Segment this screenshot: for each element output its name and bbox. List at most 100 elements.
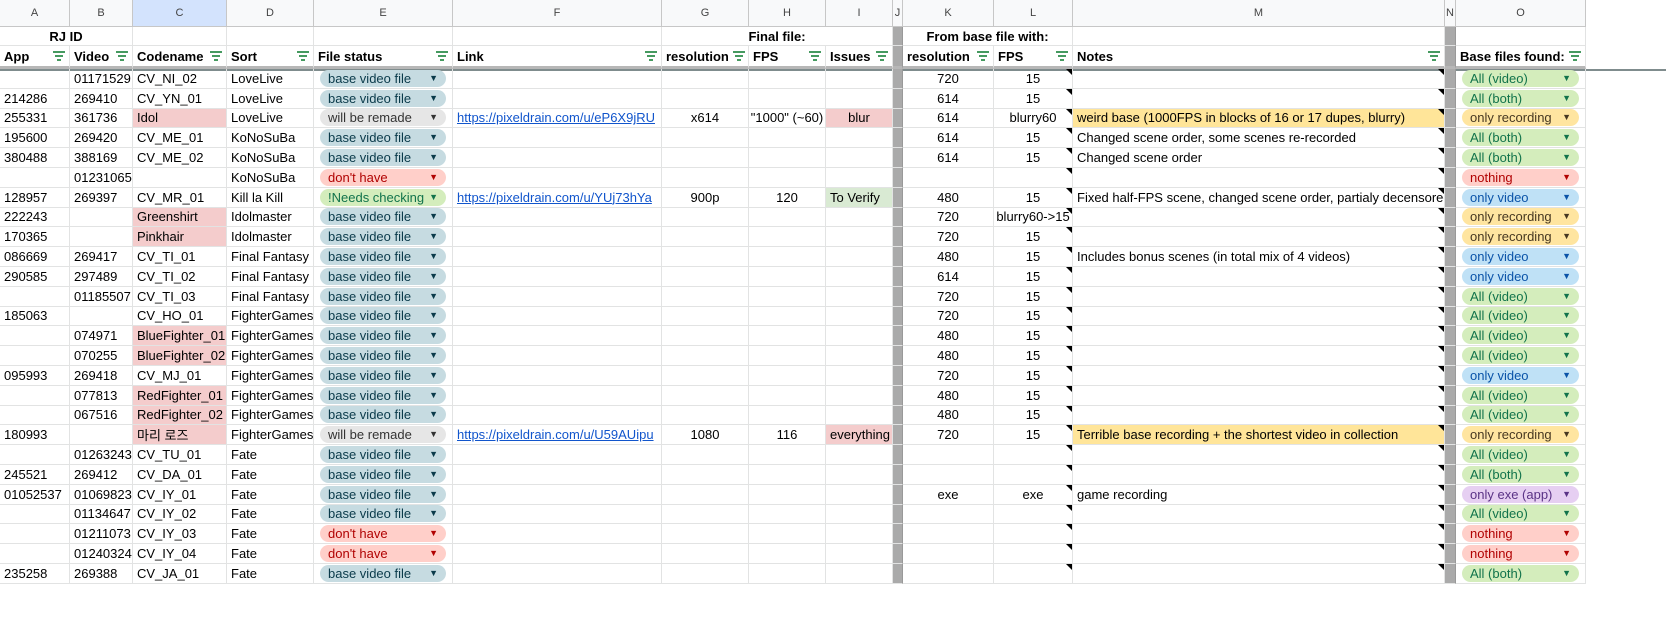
cell-fps[interactable]: [749, 544, 826, 564]
file-status-chip[interactable]: will be remade ▼: [320, 109, 446, 127]
cell-sort[interactable]: LoveLive: [227, 108, 314, 129]
cell-codename[interactable]: BlueFighter_01: [133, 326, 227, 347]
cell-bfps[interactable]: [994, 445, 1073, 465]
dropdown-arrow-icon[interactable]: ▼: [1562, 565, 1571, 582]
cell-found[interactable]: only recording ▼: [1456, 207, 1586, 228]
cell-app[interactable]: [0, 405, 70, 426]
cell-bres[interactable]: 614: [903, 128, 994, 149]
file-status-chip[interactable]: base video file ▼: [320, 267, 446, 285]
cell-bres[interactable]: 720: [903, 306, 994, 327]
base-files-chip[interactable]: only video ▼: [1462, 248, 1579, 266]
cell-notes[interactable]: Terrible base recording + the shortest v…: [1073, 425, 1445, 446]
cell-codename[interactable]: CV_IY_01: [133, 484, 227, 505]
base-files-chip[interactable]: only recording ▼: [1462, 208, 1579, 226]
cell-notes[interactable]: [1073, 306, 1445, 327]
cell-found[interactable]: nothing ▼: [1456, 524, 1586, 545]
cell-bres[interactable]: 614: [903, 88, 994, 109]
cell-notes[interactable]: [1073, 564, 1445, 584]
cell-app[interactable]: 255331: [0, 108, 70, 129]
cell-bres[interactable]: 480: [903, 247, 994, 267]
file-status-chip[interactable]: don't have ▼: [320, 168, 446, 186]
dropdown-arrow-icon[interactable]: ▼: [1562, 268, 1571, 285]
cell-video[interactable]: 01231065: [70, 168, 133, 188]
cell-found[interactable]: only recording ▼: [1456, 108, 1586, 129]
cell-sort[interactable]: Fate: [227, 564, 314, 584]
cell-app[interactable]: [0, 504, 70, 525]
dropdown-arrow-icon[interactable]: ▼: [429, 505, 438, 522]
dropdown-arrow-icon[interactable]: ▼: [1562, 129, 1571, 146]
cell-issues[interactable]: [826, 445, 893, 465]
header-base-found[interactable]: Base files found:: [1456, 46, 1586, 69]
cell-status[interactable]: base video file ▼: [314, 148, 453, 168]
cell-found[interactable]: All (video) ▼: [1456, 346, 1586, 366]
base-files-chip[interactable]: All (video) ▼: [1462, 386, 1579, 404]
cell-bres[interactable]: 614: [903, 267, 994, 287]
cell-status[interactable]: base video file ▼: [314, 465, 453, 485]
base-files-chip[interactable]: All (video) ▼: [1462, 307, 1579, 325]
cell-res[interactable]: [662, 564, 749, 584]
cell-link[interactable]: https://pixeldrain.com/u/U59AUipu: [453, 425, 662, 446]
dropdown-arrow-icon[interactable]: ▼: [1562, 208, 1571, 225]
column-header-j[interactable]: J: [893, 0, 903, 27]
dropdown-arrow-icon[interactable]: ▼: [429, 387, 438, 404]
cell-link[interactable]: [453, 207, 662, 228]
cell-notes[interactable]: [1073, 207, 1445, 228]
cell-fps[interactable]: [749, 504, 826, 525]
column-header-d[interactable]: D: [227, 0, 314, 27]
cell-video[interactable]: 269388: [70, 564, 133, 584]
cell-video[interactable]: 01263243: [70, 445, 133, 465]
cell-bfps[interactable]: blurry60->15: [994, 207, 1073, 228]
base-files-chip[interactable]: All (both) ▼: [1462, 465, 1579, 483]
cell-codename[interactable]: CV_YN_01: [133, 88, 227, 109]
dropdown-arrow-icon[interactable]: ▼: [1562, 327, 1571, 344]
filter-icon[interactable]: [116, 51, 128, 61]
header-base-resolution[interactable]: resolution: [903, 46, 994, 69]
cell-link[interactable]: [453, 346, 662, 366]
cell-app[interactable]: 290585: [0, 267, 70, 287]
file-status-chip[interactable]: !Needs checking ▼: [320, 188, 446, 206]
dropdown-arrow-icon[interactable]: ▼: [1562, 525, 1571, 542]
cell-fps[interactable]: [749, 168, 826, 188]
cell-link[interactable]: [453, 385, 662, 406]
cell-res[interactable]: [662, 267, 749, 287]
cell-bfps[interactable]: [994, 465, 1073, 485]
cell-fps[interactable]: [749, 326, 826, 347]
cell-bres[interactable]: 480: [903, 346, 994, 366]
filter-icon[interactable]: [297, 51, 309, 61]
file-status-chip[interactable]: base video file ▼: [320, 208, 446, 226]
cell-sort[interactable]: Fate: [227, 445, 314, 465]
cell-notes[interactable]: [1073, 326, 1445, 347]
cell-bres[interactable]: exe: [903, 484, 994, 505]
cell-issues[interactable]: [826, 227, 893, 248]
cell-notes[interactable]: [1073, 346, 1445, 366]
cell-status[interactable]: base video file ▼: [314, 286, 453, 307]
cell-status[interactable]: base video file ▼: [314, 227, 453, 248]
cell-res[interactable]: [662, 168, 749, 188]
dropdown-arrow-icon[interactable]: ▼: [1562, 307, 1571, 324]
cell-sort[interactable]: FighterGames: [227, 405, 314, 426]
link-text[interactable]: https://pixeldrain.com/u/eP6X9jRU: [457, 110, 655, 125]
cell-video[interactable]: 269412: [70, 465, 133, 485]
dropdown-arrow-icon[interactable]: ▼: [429, 268, 438, 285]
cell-issues[interactable]: [826, 544, 893, 564]
cell-status[interactable]: base video file ▼: [314, 326, 453, 347]
cell-res[interactable]: [662, 326, 749, 347]
cell-codename[interactable]: [133, 168, 227, 188]
cell-issues[interactable]: [826, 465, 893, 485]
cell-codename[interactable]: RedFighter_02: [133, 405, 227, 426]
cell-video[interactable]: 01211073: [70, 524, 133, 545]
cell-sort[interactable]: LoveLive: [227, 69, 314, 89]
cell-found[interactable]: All (both) ▼: [1456, 465, 1586, 485]
cell-fps[interactable]: "1000" (~60): [749, 108, 826, 129]
dropdown-arrow-icon[interactable]: ▼: [1562, 505, 1571, 522]
cell-fps[interactable]: [749, 69, 826, 89]
cell-link[interactable]: [453, 267, 662, 287]
base-files-chip[interactable]: only video ▼: [1462, 366, 1579, 384]
cell-video[interactable]: [70, 227, 133, 248]
cell-bfps[interactable]: 15: [994, 405, 1073, 426]
cell-link[interactable]: [453, 504, 662, 525]
cell-found[interactable]: All (video) ▼: [1456, 405, 1586, 426]
cell-bfps[interactable]: 15: [994, 267, 1073, 287]
cell-video[interactable]: 269417: [70, 247, 133, 267]
cell-status[interactable]: don't have ▼: [314, 168, 453, 188]
